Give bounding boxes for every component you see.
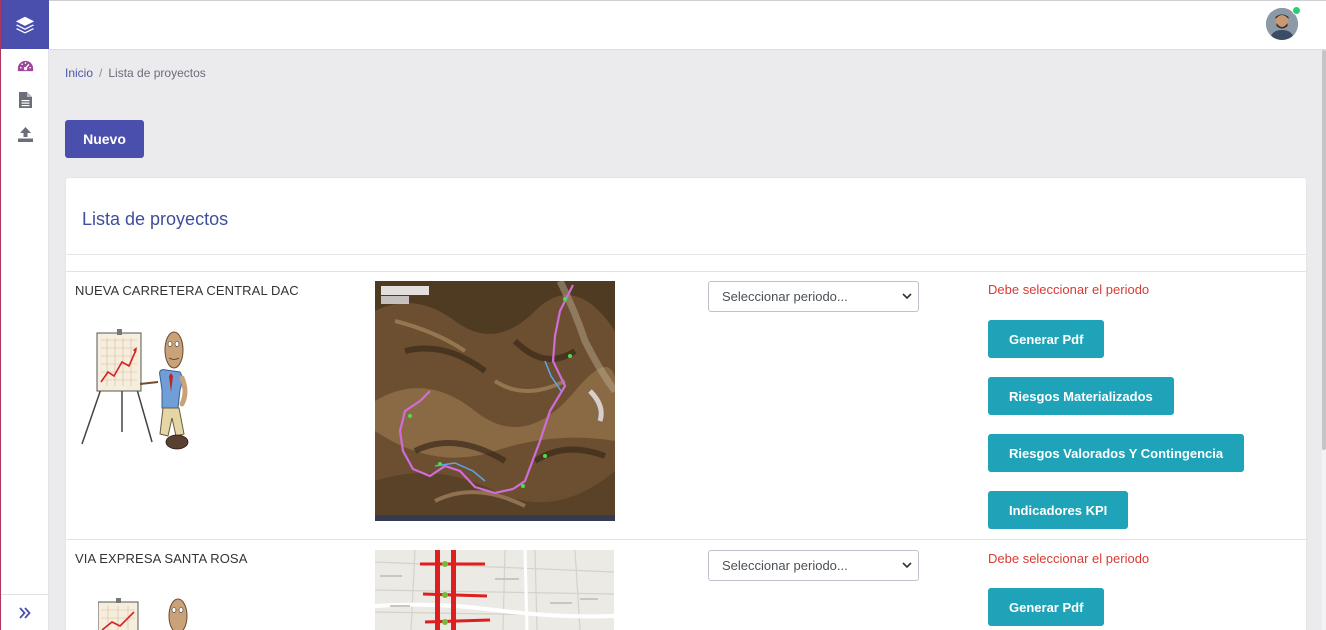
breadcrumb-current: Lista de proyectos xyxy=(108,66,206,80)
brand-logo[interactable] xyxy=(1,0,49,49)
generate-pdf-button[interactable]: Generar Pdf xyxy=(988,588,1105,626)
table-row-divider xyxy=(66,271,1306,272)
breadcrumb-home-link[interactable]: Inicio xyxy=(65,66,93,80)
card-title: Lista de proyectos xyxy=(82,209,229,229)
project-route-map-streets[interactable] xyxy=(375,550,614,630)
sidebar-item-documents[interactable] xyxy=(1,88,49,112)
period-warning: Debe seleccionar el periodo xyxy=(988,551,1150,566)
sidebar-item-upload[interactable] xyxy=(1,122,49,146)
valued-risks-contingency-button[interactable]: Riesgos Valorados Y Contingencia xyxy=(988,434,1245,472)
scrollbar-thumb[interactable] xyxy=(1322,50,1326,450)
period-select[interactable]: Seleccionar periodo... xyxy=(708,550,919,581)
dashboard-gauge-icon xyxy=(17,60,33,72)
chevron-down-icon xyxy=(902,552,912,588)
period-select-value: Seleccionar periodo... xyxy=(722,558,848,573)
presenter-figure-image xyxy=(81,329,189,450)
period-select[interactable]: Seleccionar periodo... xyxy=(708,281,919,312)
sidebar-item-dashboard[interactable] xyxy=(1,54,49,78)
kpi-indicators-button[interactable]: Indicadores KPI xyxy=(988,491,1129,529)
new-project-button[interactable]: Nuevo xyxy=(65,120,144,158)
online-status-dot xyxy=(1292,6,1301,15)
period-select-value: Seleccionar periodo... xyxy=(722,289,848,304)
sidebar xyxy=(0,0,49,630)
chevron-down-icon xyxy=(902,283,912,319)
upload-icon xyxy=(17,126,33,142)
card-header-divider xyxy=(66,254,1306,255)
layers-icon xyxy=(15,16,35,34)
breadcrumb: Inicio / Lista de proyectos xyxy=(65,66,206,80)
document-icon xyxy=(18,92,32,108)
double-chevron-right-icon xyxy=(19,606,31,619)
presenter-figure-image xyxy=(98,598,188,630)
generate-pdf-button[interactable]: Generar Pdf xyxy=(988,320,1105,358)
project-name: VIA EXPRESA SANTA ROSA xyxy=(75,551,248,566)
sidebar-toggle[interactable] xyxy=(1,594,49,630)
topbar xyxy=(49,0,1326,50)
project-name: NUEVA CARRETERA CENTRAL DAC xyxy=(75,283,299,298)
period-warning: Debe seleccionar el periodo xyxy=(988,282,1150,297)
materialized-risks-button[interactable]: Riesgos Materializados xyxy=(988,377,1174,415)
table-row-divider xyxy=(66,539,1306,540)
project-route-map-satellite[interactable] xyxy=(375,281,615,521)
projects-card: Lista de proyectos NUEVA CARRETERA CENTR… xyxy=(65,177,1307,630)
breadcrumb-separator: / xyxy=(99,66,103,80)
